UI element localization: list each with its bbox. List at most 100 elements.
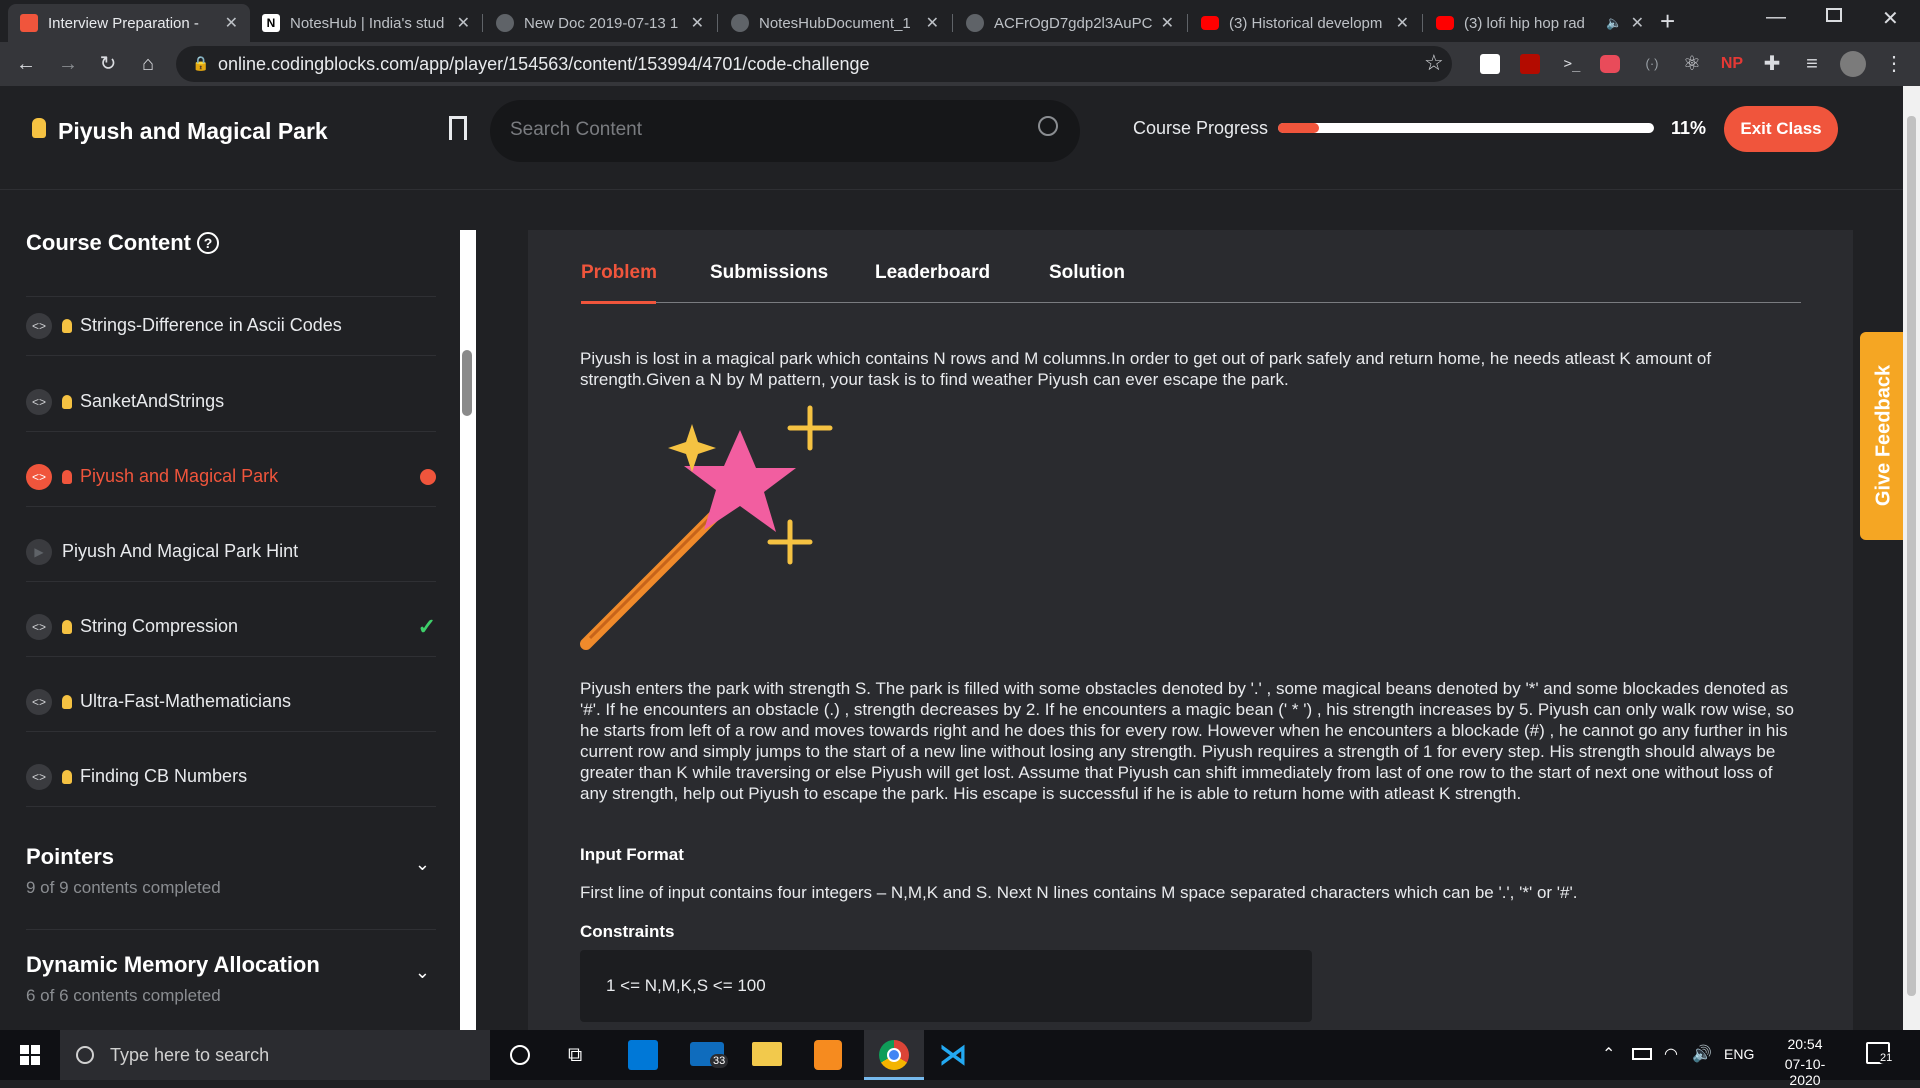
language-indicator[interactable]: ENG (1724, 1046, 1754, 1062)
globe-icon (731, 14, 749, 32)
extension-icon[interactable]: NP (1720, 52, 1744, 76)
sublime-icon[interactable] (814, 1040, 842, 1070)
battery-icon[interactable] (1632, 1048, 1652, 1060)
exit-class-button[interactable]: Exit Class (1724, 106, 1838, 152)
mail-icon[interactable]: 33 (690, 1042, 729, 1068)
close-icon[interactable]: ✕ (225, 13, 238, 33)
pdf-icon[interactable] (1520, 54, 1540, 74)
sidebar-item-active[interactable]: <> Piyush and Magical Park (26, 447, 436, 507)
avatar[interactable] (1840, 51, 1866, 77)
section-pointers[interactable]: Pointers 9 of 9 contents completed ⌄ (26, 840, 436, 930)
problem-body: Piyush enters the park with strength S. … (580, 679, 1794, 803)
bulb-icon (32, 118, 46, 138)
reload-icon[interactable]: ↻ (96, 52, 120, 76)
file-explorer-icon[interactable] (752, 1042, 782, 1066)
puzzle-icon[interactable]: ✚ (1760, 52, 1784, 76)
menu-icon[interactable]: ⋮ (1882, 52, 1906, 76)
close-icon[interactable]: ✕ (457, 13, 470, 33)
tab-divider (717, 14, 718, 32)
pocket-icon[interactable] (1480, 54, 1500, 74)
tab-leaderboard[interactable]: Leaderboard (875, 262, 990, 284)
restore-icon[interactable] (1826, 8, 1842, 22)
scrollbar-thumb[interactable] (462, 350, 472, 416)
extension-icon[interactable]: (·) (1640, 52, 1664, 76)
close-icon[interactable]: ✕ (1631, 13, 1644, 33)
scrollbar-thumb[interactable] (1907, 116, 1916, 996)
back-icon[interactable]: ← (14, 52, 38, 76)
sidebar-item[interactable]: <> Strings-Difference in Ascii Codes (26, 296, 436, 356)
window-close-icon[interactable]: ✕ (1882, 6, 1899, 31)
new-tab-icon[interactable]: + (1660, 6, 1675, 37)
terminal-icon[interactable]: >_ (1560, 52, 1584, 76)
tab-problem[interactable]: Problem (581, 262, 657, 284)
page-scrollbar[interactable] (1903, 86, 1920, 1030)
extension-icon[interactable] (1600, 55, 1620, 73)
task-view-icon[interactable]: ⧉ (568, 1044, 582, 1067)
address-bar[interactable]: 🔒 online.codingblocks.com/app/player/154… (176, 46, 1452, 82)
cortana-icon[interactable] (510, 1045, 530, 1065)
close-icon[interactable]: ✕ (691, 13, 704, 33)
taskbar-search-input[interactable]: Type here to search (110, 1045, 269, 1066)
sidebar-item[interactable]: <> Ultra-Fast-Mathematicians (26, 672, 436, 732)
current-dot-icon (420, 468, 436, 485)
youtube-icon (1201, 16, 1219, 30)
bookmark-icon[interactable] (449, 116, 467, 140)
store-icon[interactable] (628, 1040, 658, 1070)
search-bar[interactable]: Search Content (490, 100, 1080, 162)
tab-divider (1187, 14, 1188, 32)
url-text: online.codingblocks.com/app/player/15456… (218, 54, 870, 74)
bulb-icon (62, 394, 72, 409)
clock[interactable]: 20:54 07-10-2020 (1770, 1036, 1840, 1088)
help-icon[interactable]: ? (197, 232, 219, 254)
vscode-icon[interactable]: ⋊ (938, 1040, 968, 1070)
browser-tab[interactable]: N NotesHub | India's stud ✕ (250, 4, 482, 42)
sidebar-item[interactable]: <> String Compression ✓ (26, 597, 436, 657)
globe-icon (966, 14, 984, 32)
close-icon[interactable]: ✕ (1161, 13, 1174, 33)
tab-title: NotesHubDocument_1 (759, 14, 911, 32)
star-icon[interactable]: ☆ (1424, 50, 1444, 76)
input-format-heading: Input Format (580, 845, 684, 864)
sidebar-item[interactable]: <> SanketAndStrings (26, 372, 436, 432)
chevron-down-icon[interactable]: ⌄ (415, 962, 430, 983)
volume-icon[interactable]: 🔊 (1692, 1044, 1712, 1064)
sidebar-item[interactable]: ▶ Piyush And Magical Park Hint (26, 522, 436, 582)
sidebar-item-label: Piyush And Magical Park Hint (62, 541, 299, 561)
tab-solution[interactable]: Solution (1049, 262, 1125, 284)
browser-tab[interactable]: New Doc 2019-07-13 1 ✕ (484, 4, 716, 42)
section-dynamic-memory[interactable]: Dynamic Memory Allocation 6 of 6 content… (26, 948, 436, 1038)
react-icon[interactable]: ⚛ (1680, 52, 1704, 76)
taskbar-search[interactable]: Type here to search (60, 1030, 490, 1080)
sidebar-item-label: String Compression (80, 616, 239, 636)
browser-tab[interactable]: (3) lofi hip hop rad 🔈 ✕ (1424, 4, 1656, 42)
mail-badge: 33 (710, 1054, 729, 1068)
tab-title: New Doc 2019-07-13 1 (524, 14, 679, 32)
sidebar-item[interactable]: <> Finding CB Numbers (26, 747, 436, 807)
course-sidebar: Course Content ? <> Strings-Difference i… (0, 190, 476, 1030)
forward-icon[interactable]: → (56, 52, 80, 76)
chevron-down-icon[interactable]: ⌄ (415, 854, 430, 875)
home-icon[interactable]: ⌂ (136, 52, 160, 76)
speaker-icon[interactable]: 🔈 (1606, 15, 1622, 31)
chevron-up-icon[interactable]: ⌃ (1602, 1044, 1615, 1064)
close-icon[interactable]: ✕ (1396, 13, 1409, 33)
search-input[interactable]: Search Content (510, 119, 642, 141)
clock-date: 07-10-2020 (1784, 1056, 1826, 1088)
browser-tab[interactable]: NotesHubDocument_1 ✕ (719, 4, 951, 42)
give-feedback-button[interactable]: Give Feedback (1860, 332, 1904, 540)
windows-start-icon[interactable] (20, 1045, 40, 1065)
browser-tab[interactable]: (3) Historical developm ✕ (1189, 4, 1421, 42)
clock-time: 20:54 (1787, 1036, 1823, 1052)
minimize-icon[interactable]: — (1766, 6, 1786, 29)
chrome-taskbar-item[interactable] (864, 1030, 924, 1080)
constraints-box: 1 <= N,M,K,S <= 100 (580, 950, 1312, 1022)
wifi-icon[interactable]: ◠ (1664, 1044, 1678, 1064)
browser-tab[interactable]: ACFrOgD7gdp2l3AuPC ✕ (954, 4, 1186, 42)
browser-tab[interactable]: Interview Preparation - ✕ (8, 4, 250, 42)
playlist-icon[interactable]: ≡ (1800, 52, 1824, 76)
close-icon[interactable]: ✕ (926, 13, 939, 33)
sidebar-scrollbar[interactable] (460, 230, 476, 1030)
tab-submissions[interactable]: Submissions (710, 262, 828, 284)
search-icon[interactable] (1038, 116, 1058, 136)
notification-icon[interactable]: 21 (1866, 1042, 1895, 1064)
